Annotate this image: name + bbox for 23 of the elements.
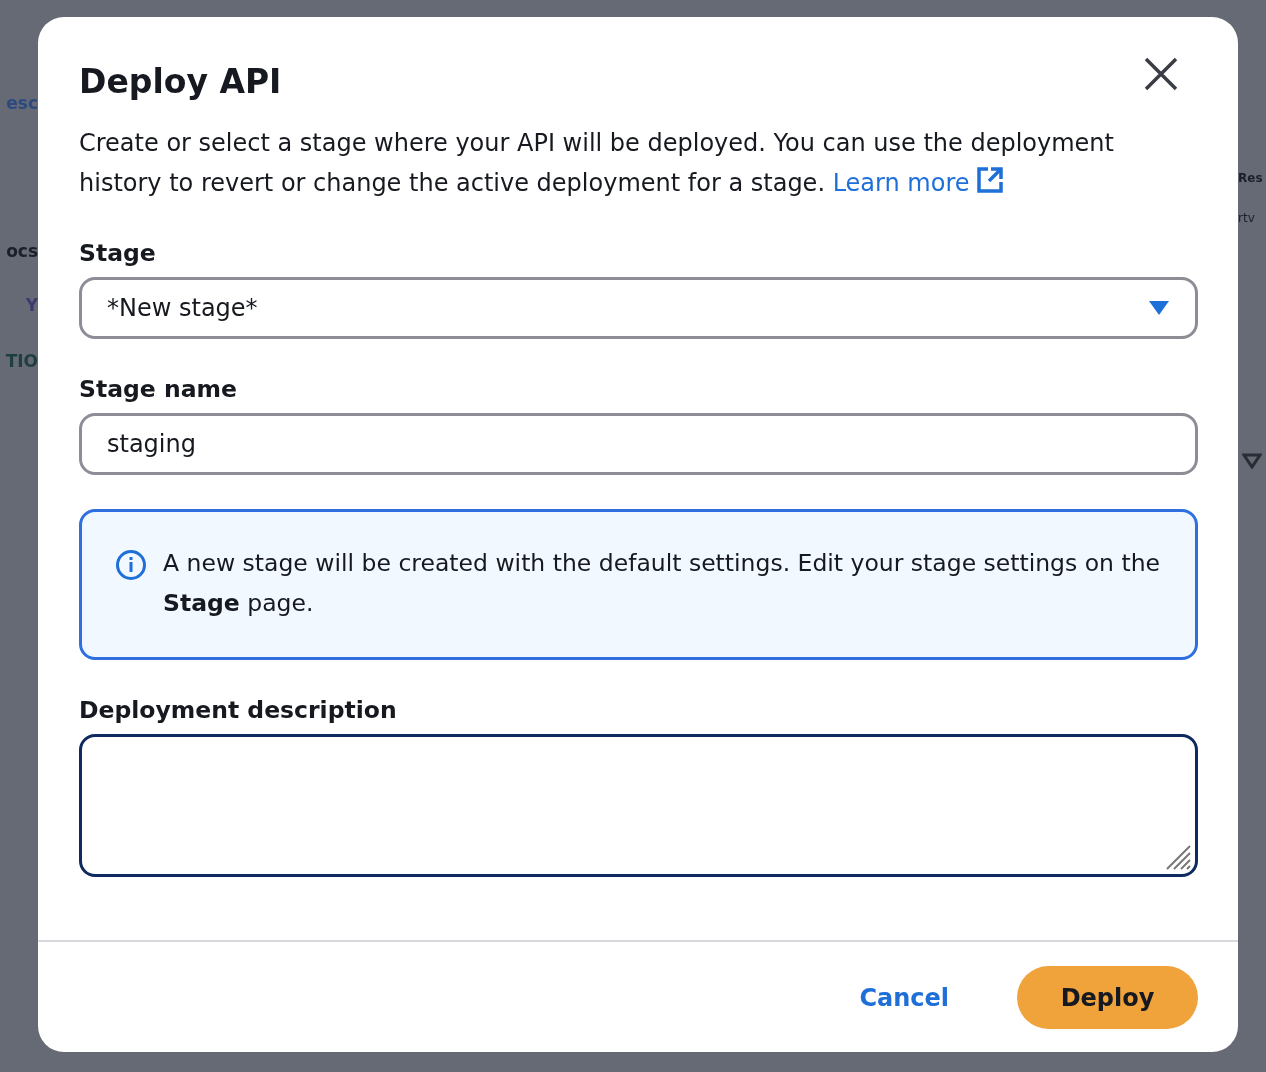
background-text: TIO	[5, 350, 38, 373]
dialog-title: Deploy API	[79, 62, 282, 101]
info-icon	[115, 549, 147, 581]
resize-grip-icon	[1165, 844, 1191, 870]
background-text: rtv	[1238, 210, 1255, 227]
field-label: Stage	[79, 239, 157, 267]
background-text: ocs	[6, 240, 38, 263]
deploy-button[interactable]: Deploy	[1017, 966, 1198, 1029]
textarea-field[interactable]	[79, 734, 1198, 877]
learn-more-link[interactable]: Learn more	[832, 169, 1004, 197]
cancel-button[interactable]: Cancel	[857, 977, 951, 1018]
info-text: A new stage will be created with the default settings. Edit your stage settings on the Stage page.	[163, 548, 1162, 619]
field-label: Deployment description	[79, 696, 398, 724]
stage-select[interactable]: *New stage*	[79, 277, 1198, 339]
external-link-icon	[975, 166, 1004, 194]
close-icon	[1144, 57, 1178, 91]
background-text: Res	[1238, 170, 1263, 187]
input-field[interactable]: staging	[79, 413, 1198, 475]
dialog-description: Create or select a stage where your API will be deployed. You can use the deployment history to revert or change the active deployment for a stage. Learn more	[79, 128, 1115, 199]
caret-icon	[1242, 453, 1262, 469]
field-label: Stage name	[79, 375, 238, 403]
caret-icon	[1148, 300, 1170, 316]
background-text: esc	[6, 92, 38, 115]
